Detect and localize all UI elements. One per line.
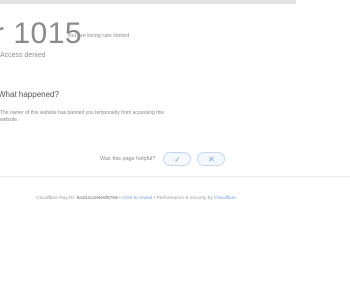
error-page: r 1015 You are being rate limited Access… (0, 0, 350, 300)
error-description: You are being rate limited (67, 33, 130, 39)
what-happened-heading: What happened? (0, 90, 59, 99)
ray-id-label: Cloudflare Ray ID: (36, 196, 76, 201)
provider-link[interactable]: Cloudflare (214, 196, 236, 201)
close-icon: ✕ (208, 154, 215, 164)
feedback-bar: Was this page helpful? ✓ ✕ (100, 150, 226, 168)
footer: Cloudflare Ray ID: 8a1b2c3d4e5f6789 • Cl… (36, 196, 236, 201)
error-subtitle: Access denied (0, 52, 46, 59)
feedback-yes-button[interactable]: ✓ (163, 152, 192, 166)
reveal-ip-link[interactable]: Click to reveal (122, 196, 152, 201)
ray-id-value: 8a1b2c3d4e5f6789 (76, 196, 118, 201)
performance-label: Performance & security by (156, 196, 213, 201)
what-happened-text: The owner of this website has banned you… (0, 110, 164, 123)
top-divider (0, 0, 296, 4)
footer-divider (0, 176, 350, 177)
feedback-no-button[interactable]: ✕ (197, 152, 226, 166)
feedback-question: Was this page helpful? (100, 156, 156, 162)
check-icon: ✓ (174, 154, 181, 164)
